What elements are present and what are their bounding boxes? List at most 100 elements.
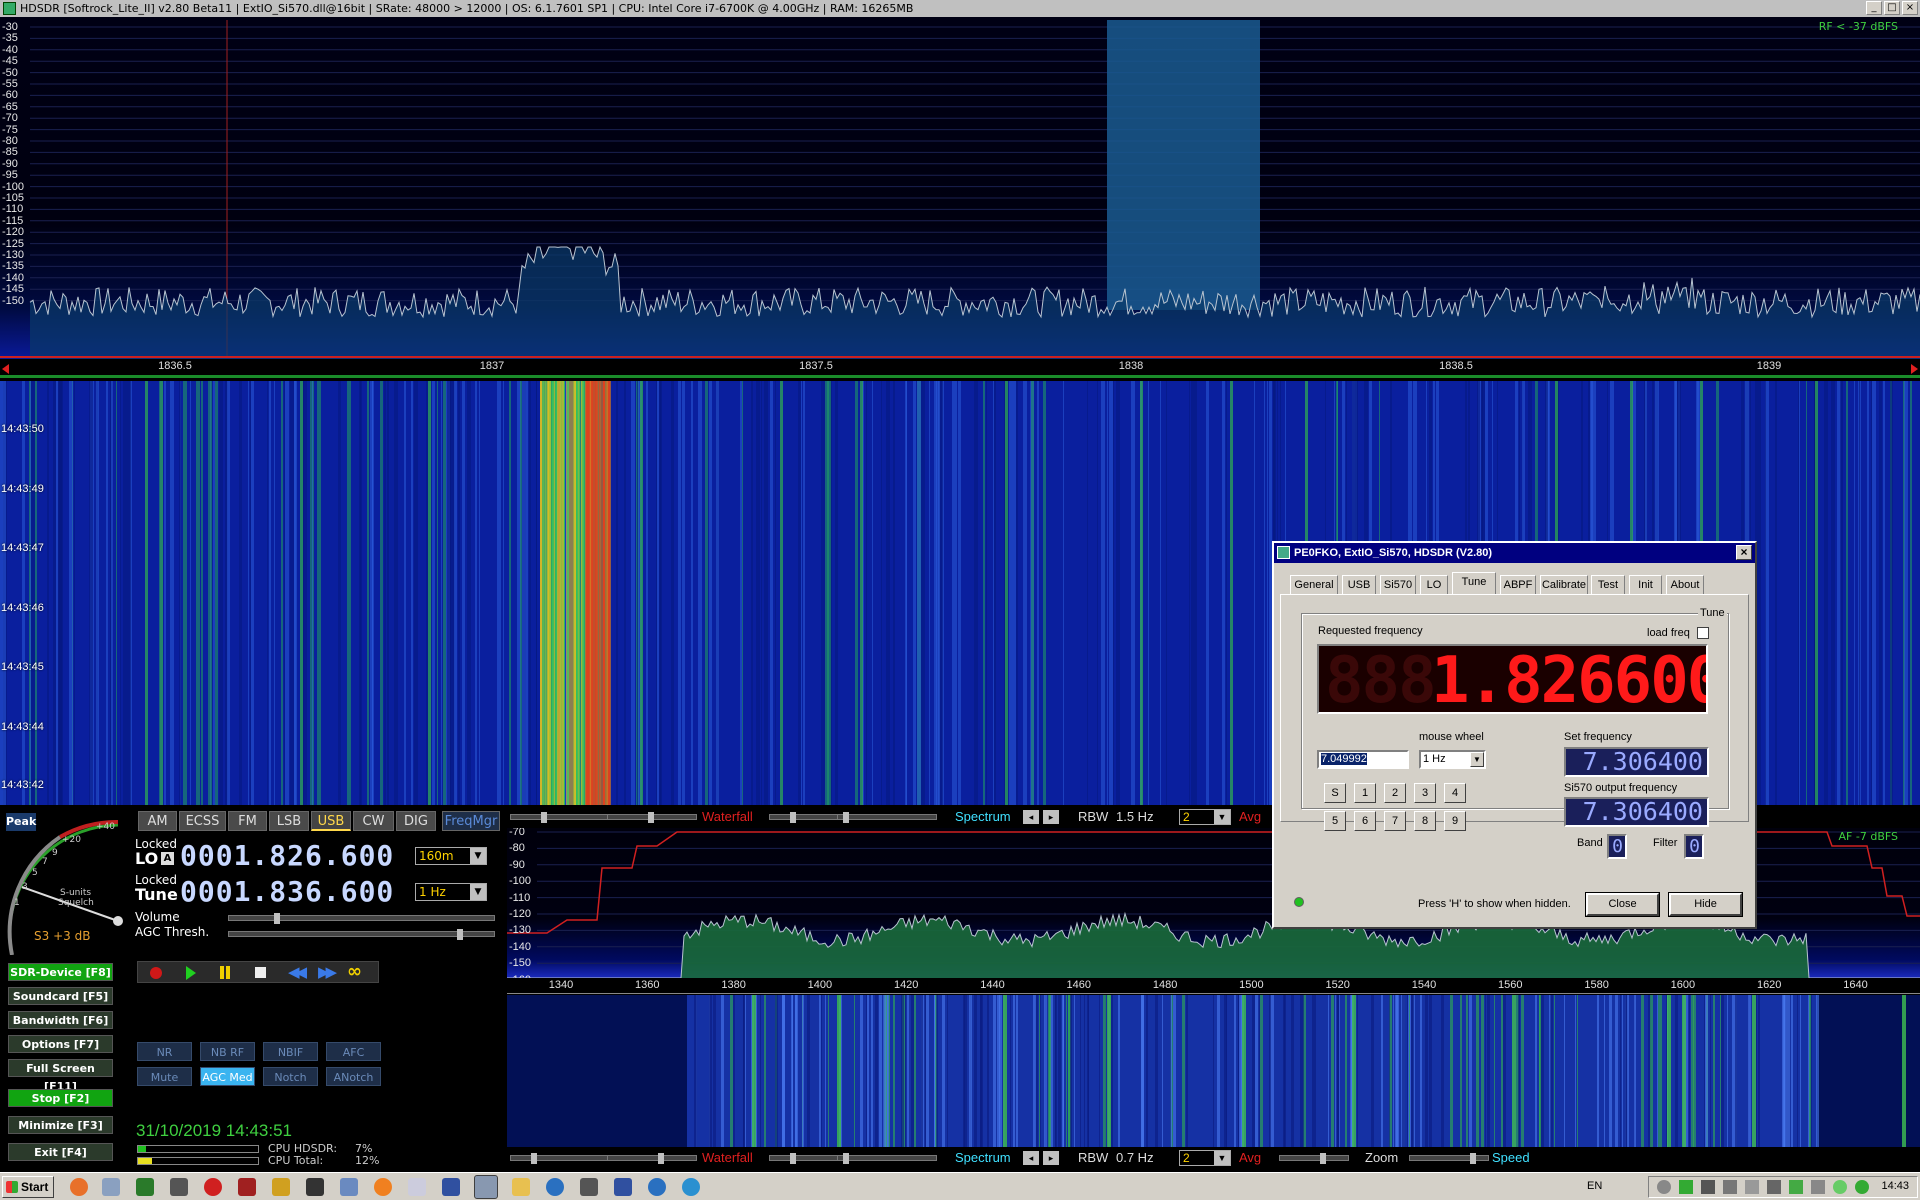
af-rbw-next-button[interactable]: ▸ — [1043, 1151, 1059, 1165]
dsp-button[interactable]: Notch — [263, 1067, 318, 1086]
tab-init[interactable]: Init — [1629, 575, 1662, 594]
close-window-button[interactable]: × — [1902, 1, 1918, 15]
tray-app-icon[interactable] — [1701, 1180, 1715, 1194]
globe-3-icon[interactable] — [682, 1178, 700, 1196]
folder-icon[interactable] — [512, 1178, 530, 1196]
tray-flag-icon[interactable] — [1745, 1180, 1759, 1194]
record-icon[interactable] — [150, 967, 162, 979]
mode-button-cw[interactable]: CW — [353, 811, 394, 831]
tray-network-icon[interactable] — [1767, 1180, 1781, 1194]
rewind-icon[interactable]: ◀◀ — [288, 963, 307, 981]
tab-about[interactable]: About — [1666, 575, 1704, 594]
bug-icon[interactable] — [238, 1178, 256, 1196]
dsp-button[interactable]: NBIF — [263, 1042, 318, 1061]
dsp-button[interactable]: NB RF — [200, 1042, 255, 1061]
loop-icon[interactable]: ∞ — [347, 961, 362, 982]
frequency-input[interactable]: 7.049992 — [1317, 750, 1409, 769]
spectrum-slider-2[interactable] — [837, 812, 937, 823]
function-button[interactable]: Full Screen [F11] — [8, 1059, 113, 1093]
preset-button[interactable]: 5 — [1324, 811, 1346, 831]
minimize-button[interactable]: _ — [1866, 1, 1882, 15]
avg-select[interactable]: 2 ▼ — [1179, 809, 1231, 825]
device-icon[interactable] — [614, 1178, 632, 1196]
function-button[interactable]: Options [F7] — [8, 1035, 113, 1053]
mode-button-fm[interactable]: FM — [228, 811, 267, 831]
tray-tool-icon[interactable] — [1723, 1180, 1737, 1194]
af-waterfall[interactable] — [507, 995, 1920, 1147]
blue-app-icon[interactable] — [442, 1178, 460, 1196]
agc-threshold-slider[interactable] — [228, 929, 495, 940]
tune-step-select[interactable]: 1 Hz ▼ — [415, 883, 487, 901]
af-spectrum-slider-1[interactable] — [769, 1153, 839, 1164]
preset-button[interactable]: 4 — [1444, 783, 1466, 803]
function-button[interactable]: SDR-Device [F8] — [8, 963, 113, 981]
freqmgr-button[interactable]: FreqMgr — [442, 811, 500, 831]
mode-button-usb[interactable]: USB — [311, 811, 351, 831]
function-button[interactable]: Soundcard [F5] — [8, 987, 113, 1005]
pause-icon[interactable] — [220, 966, 224, 979]
tab-test[interactable]: Test — [1591, 575, 1625, 594]
preset-button[interactable]: 6 — [1354, 811, 1376, 831]
preset-button[interactable]: 8 — [1414, 811, 1436, 831]
af-avg-select[interactable]: 2 ▼ — [1179, 1150, 1231, 1166]
lo-frequency[interactable]: 0001.826.600 — [180, 839, 394, 872]
tray-volume-icon[interactable] — [1811, 1180, 1825, 1194]
tray-clock-icon[interactable] — [1657, 1180, 1671, 1194]
dsp-button[interactable]: Mute — [137, 1067, 192, 1086]
scroll-right-icon[interactable] — [1911, 364, 1918, 374]
rbw-prev-button[interactable]: ◂ — [1023, 810, 1039, 824]
waterfall-slider-1[interactable] — [510, 812, 610, 823]
globe-2-icon[interactable] — [648, 1178, 666, 1196]
window-icon[interactable] — [102, 1178, 120, 1196]
waterfall-slider-2[interactable] — [607, 812, 697, 823]
start-button[interactable]: Start — [2, 1176, 54, 1198]
function-button[interactable]: Minimize [F3] — [8, 1116, 113, 1134]
function-button[interactable]: Stop [F2] — [8, 1089, 113, 1107]
grid-app-icon[interactable] — [136, 1178, 154, 1196]
rbw-next-button[interactable]: ▸ — [1043, 810, 1059, 824]
preset-button[interactable]: S — [1324, 783, 1346, 803]
volume-slider[interactable] — [228, 913, 495, 924]
globe-icon[interactable] — [546, 1178, 564, 1196]
preset-button[interactable]: 3 — [1414, 783, 1436, 803]
band-select[interactable]: 160m ▼ — [415, 847, 487, 865]
stop-icon[interactable] — [255, 967, 266, 978]
dsp-button[interactable]: NR — [137, 1042, 192, 1061]
dsp-button[interactable]: AFC — [326, 1042, 381, 1061]
mode-button-ecss[interactable]: ECSS — [179, 811, 226, 831]
taskbar-clock[interactable]: 14:43 — [1881, 1180, 1909, 1192]
af-rbw-prev-button[interactable]: ◂ — [1023, 1151, 1039, 1165]
dialog-close-button[interactable]: Close — [1585, 892, 1660, 917]
tool-icon[interactable] — [170, 1178, 188, 1196]
tray-status-icon[interactable] — [1833, 1180, 1847, 1194]
preset-button[interactable]: 7 — [1384, 811, 1406, 831]
af-waterfall-slider-2[interactable] — [607, 1153, 697, 1164]
scroll-left-icon[interactable] — [2, 364, 9, 374]
dsp-button[interactable]: AGC Med — [200, 1067, 255, 1086]
tune-frequency[interactable]: 0001.836.600 — [180, 875, 394, 908]
function-button[interactable]: Bandwidth [F6] — [8, 1011, 113, 1029]
hdsdr-taskbar-icon[interactable] — [474, 1175, 498, 1199]
cmd-icon[interactable] — [306, 1178, 324, 1196]
mode-button-am[interactable]: AM — [138, 811, 177, 831]
preset-button[interactable]: 9 — [1444, 811, 1466, 831]
spectrum-slider-1[interactable] — [769, 812, 839, 823]
af-spectrum-slider-2[interactable] — [837, 1153, 937, 1164]
tab-general[interactable]: General — [1290, 575, 1338, 594]
zoom-slider[interactable] — [1279, 1153, 1349, 1164]
opera-icon[interactable] — [204, 1178, 222, 1196]
lo-a-badge[interactable]: A — [161, 852, 174, 865]
tray-green-icon[interactable] — [1679, 1180, 1693, 1194]
preset-button[interactable]: 1 — [1354, 783, 1376, 803]
fast-forward-icon[interactable]: ▶▶ — [318, 963, 337, 981]
dialog-close-icon[interactable]: × — [1736, 545, 1752, 560]
tab-lo[interactable]: LO — [1420, 575, 1448, 594]
orange-app-icon[interactable] — [374, 1178, 392, 1196]
star-app-icon[interactable] — [272, 1178, 290, 1196]
function-button[interactable]: Exit [F4] — [8, 1143, 113, 1161]
figure-icon[interactable] — [580, 1178, 598, 1196]
tab-si570[interactable]: Si570 — [1380, 575, 1416, 594]
mouse-wheel-select[interactable]: 1 Hz ▼ — [1419, 750, 1486, 769]
tab-tune[interactable]: Tune — [1452, 572, 1496, 594]
firefox-icon[interactable] — [70, 1178, 88, 1196]
